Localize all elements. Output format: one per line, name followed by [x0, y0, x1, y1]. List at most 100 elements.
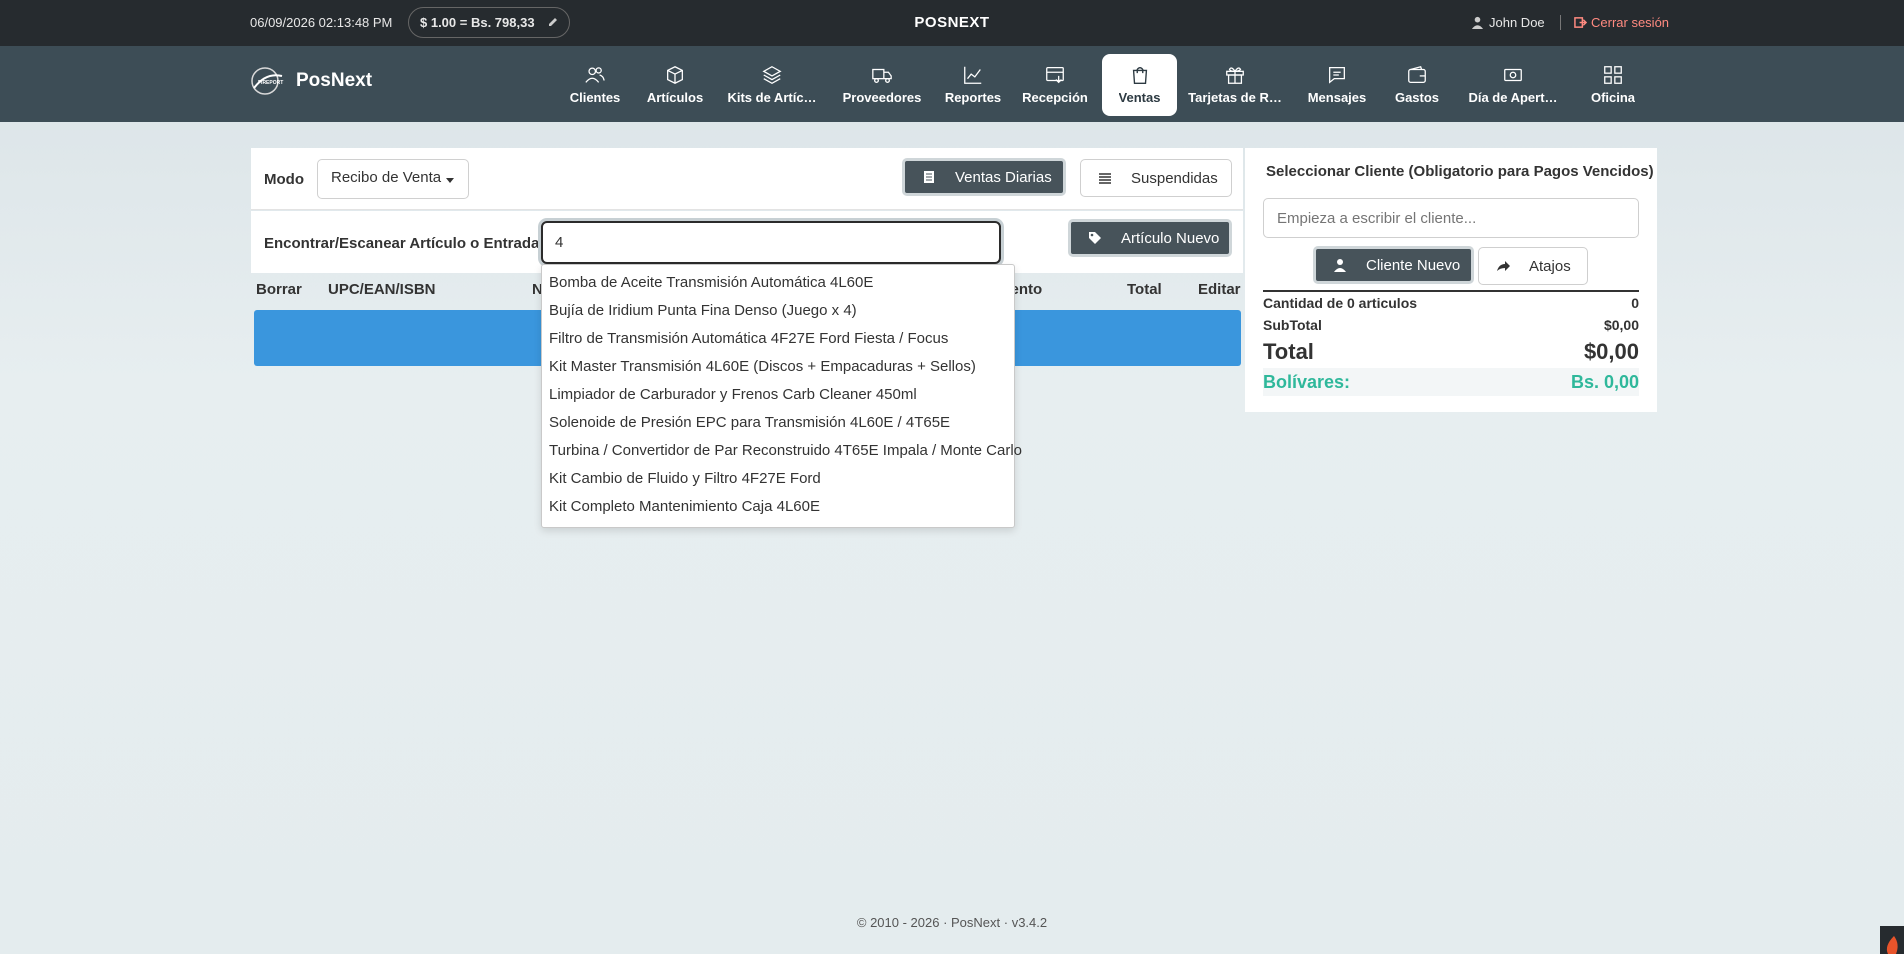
items-count: 0	[1631, 295, 1639, 311]
new-customer-button[interactable]: Cliente Nuevo	[1313, 246, 1474, 284]
suggestion-item[interactable]: Bomba de Aceite Transmisión Automática 4…	[542, 269, 1014, 297]
list-icon	[1099, 173, 1111, 184]
suggestion-item[interactable]: Kit Master Transmisión 4L60E (Discos + E…	[542, 353, 1014, 381]
total-label: Total	[1263, 339, 1314, 364]
customer-search-input[interactable]	[1263, 198, 1639, 238]
nav-oficina[interactable]: Oficina	[1578, 54, 1648, 116]
nav-label: Artículos	[646, 90, 704, 105]
mode-value: Recibo de Venta	[331, 169, 442, 186]
flame-icon	[1886, 936, 1898, 954]
user-icon	[1471, 16, 1484, 29]
suspended-button[interactable]: Suspendidas	[1080, 159, 1232, 197]
nav-label: Reportes	[944, 90, 1002, 105]
suggestion-item[interactable]: Solenoide de Presión EPC para Transmisió…	[542, 409, 1014, 437]
column-header: Total	[1127, 281, 1162, 298]
nav-label: Oficina	[1590, 90, 1636, 105]
logout-icon	[1574, 17, 1587, 28]
nav-recepcion[interactable]: Recepción	[1018, 54, 1092, 116]
logout-link[interactable]: Cerrar sesión	[1574, 15, 1669, 30]
nav-label: Día de Apert…	[1468, 90, 1558, 105]
logo-mark-icon: FIREPORT	[251, 67, 283, 95]
new-customer-label: Cliente Nuevo	[1366, 256, 1461, 274]
main-nav: FIREPORT PosNext Clientes Artículos Kits…	[0, 46, 1904, 122]
new-item-label: Artículo Nuevo	[1121, 229, 1220, 247]
shortcuts-label: Atajos	[1529, 257, 1571, 275]
nav-label: Proveedores	[842, 90, 922, 105]
corner-widget[interactable]	[1880, 926, 1904, 954]
suggestion-item[interactable]: Filtro de Transmisión Automática 4F27E F…	[542, 325, 1014, 353]
user-name: John Doe	[1489, 15, 1545, 30]
divider	[1263, 290, 1639, 292]
nav-articulos[interactable]: Artículos	[640, 54, 710, 116]
bolivares-value: Bs. 0,00	[1570, 371, 1639, 392]
nav-label: Recepción	[1022, 90, 1088, 105]
logo-mark-text: FIREPORT	[258, 80, 283, 86]
logo[interactable]: FIREPORT PosNext	[250, 66, 372, 96]
cash-icon	[1504, 68, 1522, 82]
total-row: Total $0,00	[1263, 339, 1639, 365]
total-value: $0,00	[1583, 339, 1639, 364]
nav-reportes[interactable]: Reportes	[938, 54, 1008, 116]
nav-ventas[interactable]: Ventas	[1102, 54, 1177, 116]
subtotal-row: SubTotal $0,00	[1263, 317, 1639, 333]
nav-label: Kits de Artíc…	[727, 90, 817, 105]
nav-gastos[interactable]: Gastos	[1382, 54, 1452, 116]
suggestion-item[interactable]: Limpiador de Carburador y Frenos Carb Cl…	[542, 381, 1014, 409]
user-menu[interactable]: John Doe	[1471, 15, 1545, 30]
user-icon	[1334, 259, 1346, 272]
mode-bar: Modo Recibo de Venta Ventas Diarias Susp…	[251, 148, 1243, 210]
tag-icon	[1089, 232, 1101, 244]
caret-down-icon	[446, 178, 454, 183]
mode-select[interactable]: Recibo de Venta	[317, 159, 469, 199]
wallet-icon	[1408, 65, 1426, 83]
search-label: Encontrar/Escanear Artículo o Entrada	[264, 235, 540, 252]
footer: © 2010 - 2026 · PosNext · v3.4.2	[856, 915, 1048, 930]
nav-mensajes[interactable]: Mensajes	[1302, 54, 1372, 116]
top-bar: 06/09/2026 02:13:48 PM $ 1.00 = Bs. 798,…	[0, 0, 1904, 46]
daily-sales-button[interactable]: Ventas Diarias	[902, 158, 1066, 196]
item-search-input[interactable]	[541, 221, 1001, 264]
nav-kits[interactable]: Kits de Artíc…	[722, 54, 822, 116]
logout-label: Cerrar sesión	[1591, 15, 1670, 30]
suggestion-item[interactable]: Turbina / Convertidor de Par Reconstruid…	[542, 437, 1022, 465]
column-header: UPC/EAN/ISBN	[328, 281, 436, 298]
box-icon	[667, 66, 683, 84]
nav-dia-apertura[interactable]: Día de Apert…	[1464, 54, 1562, 116]
suggestion-item[interactable]: Bujía de Iridium Punta Fina Denso (Juego…	[542, 297, 1014, 325]
message-icon	[1329, 67, 1345, 84]
new-item-button[interactable]: Artículo Nuevo	[1068, 219, 1232, 257]
subtotal-label: SubTotal	[1263, 317, 1322, 333]
bolivares-row: Bolívares: Bs. 0,00	[1263, 368, 1639, 396]
layers-icon	[762, 66, 782, 84]
mode-label: Modo	[264, 171, 304, 188]
subtotal-value: $0,00	[1603, 317, 1639, 333]
customer-title: Seleccionar Cliente (Obligatorio para Pa…	[1266, 163, 1654, 180]
grid-icon	[1604, 66, 1622, 84]
column-header: Borrar	[256, 281, 302, 298]
daily-sales-label: Ventas Diarias	[955, 168, 1052, 186]
nav-label: Tarjetas de R…	[1188, 90, 1282, 105]
receiving-icon	[1046, 67, 1064, 84]
truck-icon	[872, 68, 892, 83]
nav-label: Ventas	[1118, 90, 1161, 105]
nav-tarjetas[interactable]: Tarjetas de R…	[1188, 54, 1282, 116]
suspended-label: Suspendidas	[1131, 169, 1218, 187]
customer-panel: Seleccionar Cliente (Obligatorio para Pa…	[1245, 148, 1657, 412]
items-label: Cantidad de 0 articulos	[1263, 295, 1418, 311]
share-arrow-icon	[1497, 261, 1510, 271]
nav-label: Gastos	[1394, 90, 1440, 105]
nav-proveedores[interactable]: Proveedores	[840, 54, 924, 116]
chart-icon	[964, 66, 982, 84]
divider	[1560, 15, 1561, 30]
search-suggestions: Bomba de Aceite Transmisión Automática 4…	[541, 264, 1022, 528]
suggestion-item[interactable]: Kit Completo Mantenimiento Caja 4L60E	[542, 493, 1014, 521]
gift-icon	[1226, 67, 1244, 84]
items-count-row: Cantidad de 0 articulos 0	[1263, 295, 1639, 311]
shortcuts-button[interactable]: Atajos	[1478, 247, 1588, 285]
shopping-bag-icon	[1132, 66, 1147, 84]
logo-text: PosNext	[296, 70, 373, 91]
nav-clientes[interactable]: Clientes	[560, 54, 630, 116]
users-icon	[585, 67, 605, 83]
nav-label: Clientes	[569, 90, 621, 105]
suggestion-item[interactable]: Kit Cambio de Fluido y Filtro 4F27E Ford	[542, 465, 1014, 493]
